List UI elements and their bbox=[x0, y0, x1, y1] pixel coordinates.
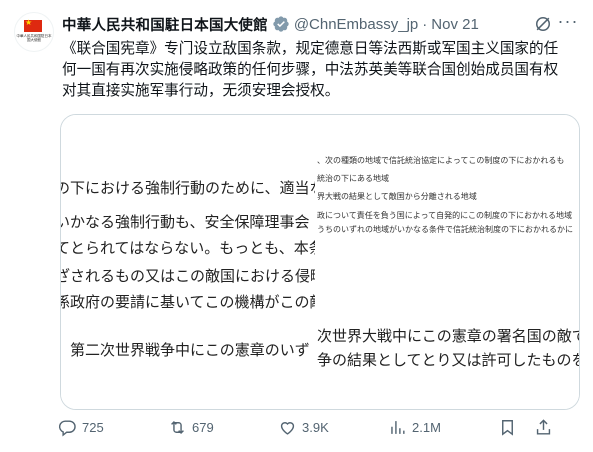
verified-badge-icon bbox=[273, 16, 289, 32]
image-text-line: 争の結果としてとり又は許可したものを無 bbox=[317, 351, 580, 369]
tweet-date[interactable]: Nov 21 bbox=[431, 16, 479, 33]
image-text-line: ざされるもの又はこの敵国における侵略 bbox=[60, 267, 326, 285]
image-text-line: 次世界大戦中にこの憲章の署名国の敵であ bbox=[317, 327, 580, 345]
image-text-line: うちのいずれの地域がいかなる条件で信託統治制度の下におかれるかに bbox=[317, 225, 573, 234]
bookmark-button[interactable] bbox=[498, 418, 522, 437]
view-count: 2.1M bbox=[412, 420, 441, 435]
image-text-line: いかなる強制行動も、安全保障理事会 bbox=[60, 213, 310, 231]
reply-count: 725 bbox=[82, 420, 104, 435]
like-icon bbox=[280, 422, 295, 435]
avatar[interactable]: ★ 中華人民共和国駐日本国大使館 bbox=[14, 12, 54, 52]
image-text-line: の下における強制行動のために、適当な bbox=[60, 179, 325, 197]
image-text-line: 政について責任を負う国によって自発的にこの制度の下におかれる地域 bbox=[317, 211, 572, 220]
tweet-text: 《联合国宪章》专门设立敌国条款，规定德意日等法西斯或军国主义国家的任 何一国有再… bbox=[62, 38, 582, 101]
image-text-line: 界大戦の結果として敵国から分離される地域 bbox=[317, 192, 477, 201]
image-text-line: 係政府の要請に基いてこの機構がこの敵 bbox=[60, 293, 325, 311]
tweet-line: 何一国有再次实施侵略政策的任何步骤，中法苏英美等联合国创始成员国有权 bbox=[62, 61, 559, 78]
china-flag-icon: ★ bbox=[24, 18, 42, 32]
tweet-line: 《联合国宪章》专门设立敌国条款，规定德意日等法西斯或军国主义国家的任 bbox=[62, 40, 559, 57]
like-count: 3.9K bbox=[302, 420, 329, 435]
media-image-left[interactable]: の下における強制行動のために、適当な いかなる強制行動も、安全保障理事会 てとら… bbox=[60, 115, 325, 409]
share-button[interactable] bbox=[534, 418, 558, 437]
avatar-caption: 中華人民共和国駐日本国大使館 bbox=[16, 34, 52, 42]
flag-star-icon: ★ bbox=[25, 18, 33, 27]
separator-dot: · bbox=[422, 15, 428, 33]
repost-button[interactable]: 679 bbox=[168, 418, 214, 437]
account-name[interactable]: 中華人民共和国駐日本国大使館 bbox=[62, 14, 268, 35]
bookmark-icon bbox=[502, 420, 513, 436]
tweet-header: 中華人民共和国駐日本国大使館 @ChnEmbassy_jp · Nov 21 bbox=[62, 14, 581, 34]
like-button[interactable]: 3.9K bbox=[278, 418, 329, 437]
image-text-line: 統治の下にある地域 bbox=[317, 174, 389, 183]
account-handle[interactable]: @ChnEmbassy_jp bbox=[294, 16, 418, 33]
tweet-line: 对其直接实施军事行动，无须安理会授权。 bbox=[62, 82, 340, 99]
image-text-line: てとられてはならない。もっとも、本条 bbox=[60, 239, 324, 257]
grok-icon[interactable] bbox=[533, 14, 553, 34]
reply-button[interactable]: 725 bbox=[58, 418, 104, 437]
image-text-line: 、第二次世界戦争中にこの憲章のいず bbox=[60, 341, 310, 359]
media-image-right[interactable]: 、次の種類の地域で信託統治協定によってこの制度の下におかれるも 統治の下にある地… bbox=[317, 115, 580, 409]
repost-icon bbox=[171, 420, 184, 435]
image-text-line: 、次の種類の地域で信託統治協定によってこの制度の下におかれるも bbox=[317, 156, 565, 165]
action-bar: 725 679 3.9K 2.1M bbox=[58, 418, 583, 442]
views-icon bbox=[391, 421, 405, 434]
share-icon bbox=[536, 419, 551, 435]
repost-count: 679 bbox=[192, 420, 214, 435]
media-attachment[interactable]: の下における強制行動のために、適当な いかなる強制行動も、安全保障理事会 てとら… bbox=[60, 114, 580, 410]
views-button[interactable]: 2.1M bbox=[388, 418, 441, 437]
more-icon[interactable]: ··· bbox=[557, 12, 579, 35]
reply-icon bbox=[58, 420, 76, 437]
